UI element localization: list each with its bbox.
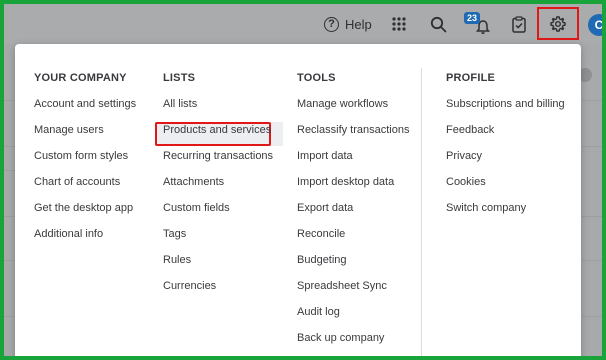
menu-item-recurring-transactions[interactable]: Recurring transactions: [163, 150, 273, 162]
profile-heading: PROFILE: [446, 72, 496, 84]
menu-item-account-and-settings[interactable]: Account and settings: [34, 98, 136, 110]
notifications-button[interactable]: 23: [464, 12, 492, 36]
help-label: Help: [345, 16, 372, 32]
menu-item-additional-info[interactable]: Additional info: [34, 228, 103, 240]
clipboard-icon[interactable]: [510, 14, 528, 34]
avatar[interactable]: C: [588, 14, 602, 36]
menu-item-privacy[interactable]: Privacy: [446, 150, 482, 162]
your-company-heading: YOUR COMPANY: [34, 72, 127, 84]
menu-item-reclassify-transactions[interactable]: Reclassify transactions: [297, 124, 410, 136]
grid-icon[interactable]: [390, 15, 408, 33]
notification-badge: 23: [464, 12, 481, 24]
menu-item-import-desktop-data[interactable]: Import desktop data: [297, 176, 394, 188]
menu-item-products-and-services[interactable]: Products and services: [163, 124, 271, 136]
menu-item-reconcile[interactable]: Reconcile: [297, 228, 345, 240]
column-divider: [421, 68, 422, 356]
menu-item-custom-fields[interactable]: Custom fields: [163, 202, 230, 214]
menu-item-currencies[interactable]: Currencies: [163, 280, 216, 292]
gear-icon: [550, 15, 566, 32]
menu-item-subscriptions-and-billing[interactable]: Subscriptions and billing: [446, 98, 565, 110]
menu-item-get-desktop-app[interactable]: Get the desktop app: [34, 202, 133, 214]
menu-item-custom-form-styles[interactable]: Custom form styles: [34, 150, 128, 162]
menu-item-spreadsheet-sync[interactable]: Spreadsheet Sync: [297, 280, 387, 292]
lists-heading: LISTS: [163, 72, 196, 84]
menu-item-import-data[interactable]: Import data: [297, 150, 353, 162]
menu-item-export-data[interactable]: Export data: [297, 202, 353, 214]
settings-button[interactable]: [537, 7, 579, 40]
question-circle-icon: ?: [324, 16, 339, 32]
menu-item-chart-of-accounts[interactable]: Chart of accounts: [34, 176, 120, 188]
menu-item-budgeting[interactable]: Budgeting: [297, 254, 347, 266]
menu-item-rules[interactable]: Rules: [163, 254, 191, 266]
menu-item-manage-users[interactable]: Manage users: [34, 124, 104, 136]
menu-item-attachments[interactable]: Attachments: [163, 176, 224, 188]
menu-item-back-up-company[interactable]: Back up company: [297, 332, 384, 344]
top-bar: ? Help 23 C: [4, 4, 602, 44]
app-window: ? Help 23 C YOUR COMPANY Account and set…: [4, 4, 602, 356]
help-button[interactable]: ? Help: [324, 13, 372, 35]
menu-item-audit-log[interactable]: Audit log: [297, 306, 340, 318]
settings-menu: YOUR COMPANY Account and settings Manage…: [15, 44, 581, 356]
menu-item-manage-workflows[interactable]: Manage workflows: [297, 98, 388, 110]
menu-item-switch-company[interactable]: Switch company: [446, 202, 526, 214]
menu-item-feedback[interactable]: Feedback: [446, 124, 494, 136]
tools-heading: TOOLS: [297, 72, 336, 84]
menu-item-tags[interactable]: Tags: [163, 228, 186, 240]
menu-item-cookies[interactable]: Cookies: [446, 176, 486, 188]
search-icon[interactable]: [428, 14, 448, 34]
menu-item-all-lists[interactable]: All lists: [163, 98, 197, 110]
